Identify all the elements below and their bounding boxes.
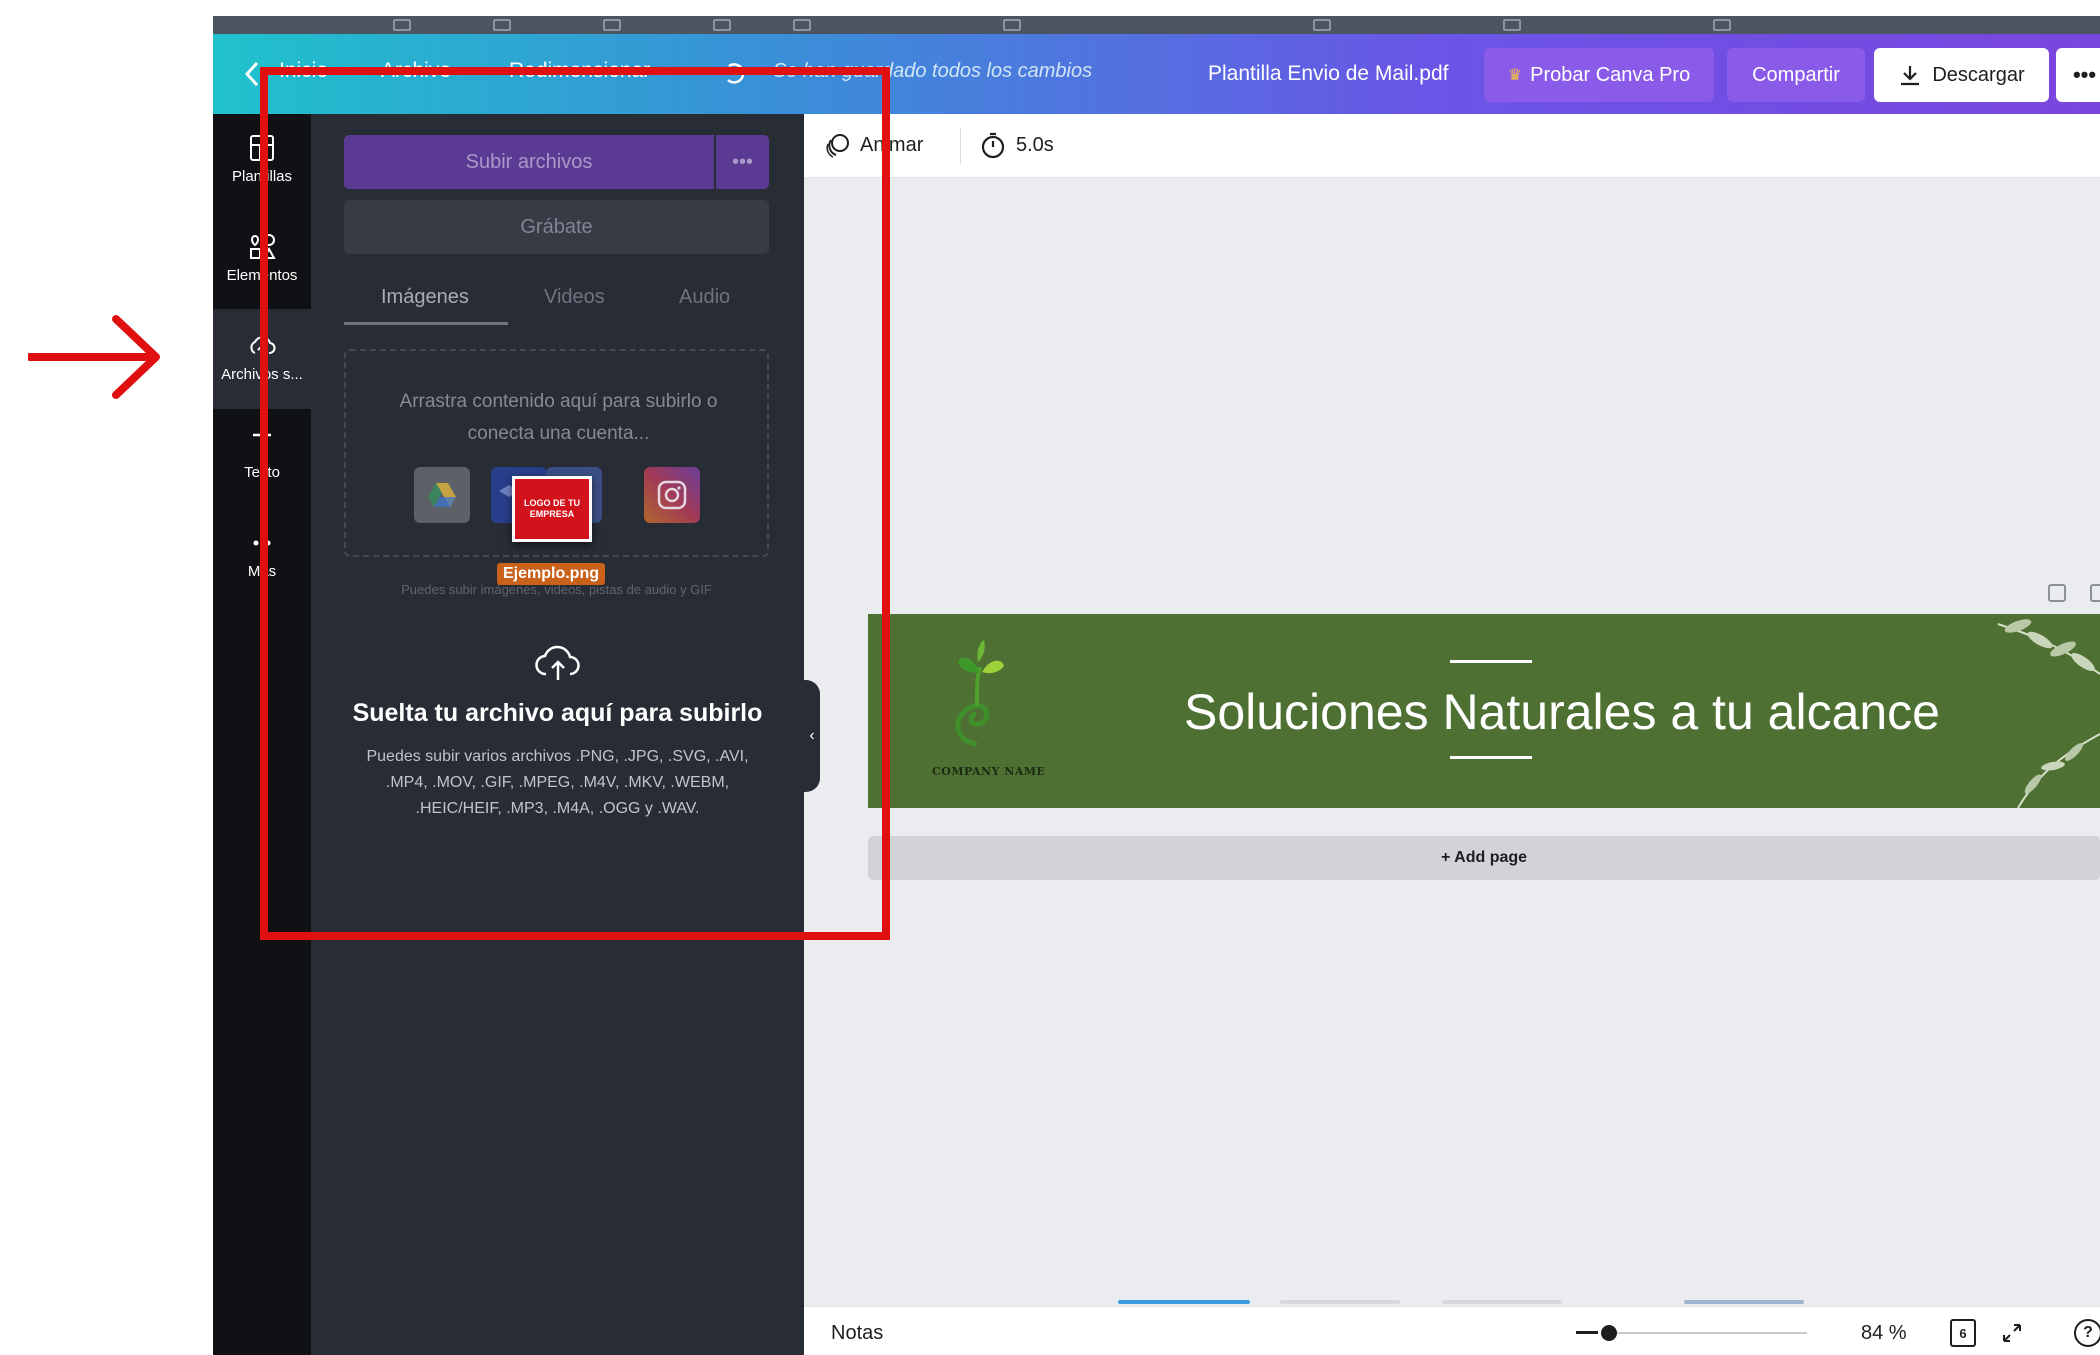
add-page-button[interactable]: + Add page [868, 836, 2100, 880]
try-pro-label: Probar Canva Pro [1530, 63, 1691, 86]
bookmark-icon[interactable] [793, 19, 811, 31]
bookmark-icon[interactable] [603, 19, 621, 31]
try-pro-button[interactable]: ♛ Probar Canva Pro [1484, 48, 1714, 102]
bookmark-icon[interactable] [1003, 19, 1021, 31]
zoom-level[interactable]: 84 % [1861, 1322, 1907, 1345]
download-icon [1901, 66, 1920, 86]
browser-bookmarks-bar [213, 16, 2100, 34]
zoom-slider-track[interactable] [1604, 1332, 1807, 1334]
zoom-out-icon[interactable] [1576, 1331, 1598, 1334]
page-thumbnail[interactable] [1118, 1300, 1250, 1304]
bookmark-icon[interactable] [713, 19, 731, 31]
page-count-button[interactable]: 6 [1950, 1319, 1976, 1347]
screenshot-stage: Inicio Archivo Redimensionar Se han guar… [0, 0, 2100, 1355]
company-logo-sprout-icon [955, 640, 1004, 747]
duplicate-page-icon[interactable] [2048, 584, 2066, 602]
download-button[interactable]: Descargar [1874, 48, 2049, 102]
chevron-left-icon[interactable] [243, 60, 261, 88]
timer-icon [981, 132, 1005, 159]
leaves-decoration-icon [1997, 619, 2100, 808]
design-page-banner[interactable]: COMPANY NAME Soluciones Naturales a tu a… [868, 614, 2100, 808]
bookmark-icon[interactable] [393, 19, 411, 31]
annotation-highlight-box [260, 67, 890, 940]
annotation-arrow-icon [28, 315, 160, 399]
bookmark-icon[interactable] [1313, 19, 1331, 31]
help-button[interactable]: ? [2074, 1319, 2100, 1347]
zoom-slider-handle[interactable] [1601, 1325, 1617, 1341]
share-button[interactable]: Compartir [1727, 48, 1865, 102]
page-thumbnail[interactable] [1280, 1300, 1400, 1304]
toolbar-divider [960, 128, 961, 164]
crown-icon: ♛ [1507, 67, 1523, 84]
fullscreen-icon[interactable] [2000, 1321, 2024, 1345]
company-name-text: COMPANY NAME [932, 765, 1046, 778]
decorative-line-top [1450, 660, 1532, 663]
add-page-icon[interactable] [2090, 584, 2100, 602]
notes-button[interactable]: Notas [831, 1322, 883, 1345]
bookmark-icon[interactable] [1503, 19, 1521, 31]
editor-toolbar: Animar 5.0s [804, 114, 2100, 178]
more-options-button[interactable]: ••• [2056, 48, 2100, 102]
bookmark-icon[interactable] [493, 19, 511, 31]
duration-button[interactable]: 5.0s [980, 131, 1054, 159]
banner-headline[interactable]: Soluciones Naturales a tu alcance [1058, 683, 2066, 741]
decorative-line-bottom [1450, 756, 1532, 759]
document-title[interactable]: Plantilla Envio de Mail.pdf [1208, 62, 1448, 86]
page-thumbnail[interactable] [1684, 1300, 1804, 1304]
duration-value: 5.0s [1016, 133, 1054, 156]
editor-bottom-bar: Notas 84 % 6 ? [804, 1306, 2100, 1355]
page-thumbnail[interactable] [1442, 1300, 1562, 1304]
bookmark-icon[interactable] [1713, 19, 1731, 31]
download-label: Descargar [1932, 63, 2025, 86]
